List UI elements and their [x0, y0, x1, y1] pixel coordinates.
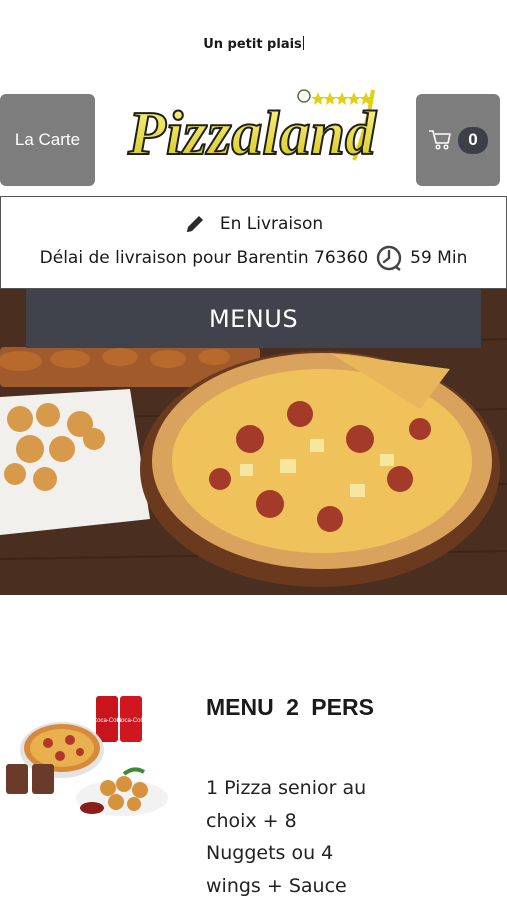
product-image-can-label: Coca-Cola: [117, 718, 146, 724]
product-title[interactable]: MENU 2 PERS: [206, 694, 374, 721]
delivery-delay-value: 59 Min: [410, 248, 468, 268]
delivery-delay-row: Délai de livraison pour Barentin 76360 5…: [1, 243, 506, 273]
logo-text: Pizzaland: [127, 100, 377, 168]
delivery-mode-row[interactable]: En Livraison: [1, 213, 506, 235]
delivery-info-box[interactable]: En Livraison Délai de livraison pour Bar…: [0, 196, 507, 289]
menus-title: MENUS: [208, 304, 299, 333]
menu-2-pers-image[interactable]: Coca-Cola Coca-Cola: [0, 688, 175, 828]
pizzaland-logo[interactable]: Pizzaland: [118, 84, 388, 184]
tagline-text: Un petit plais: [203, 37, 302, 52]
la-carte-label: La Carte: [14, 130, 81, 149]
pencil-icon[interactable]: [184, 213, 206, 235]
menus-category-bar[interactable]: MENUS: [26, 289, 481, 348]
text-cursor: [302, 36, 304, 50]
tagline: Un petit plais: [0, 36, 507, 52]
la-carte-button[interactable]: La Carte: [0, 94, 95, 186]
product-description: 1 Pizza senior au choix + 8 Nuggets ou 4…: [206, 777, 367, 897]
delivery-mode-label: En Livraison: [219, 214, 324, 234]
clock-icon: [376, 245, 402, 271]
cart-button[interactable]: 0: [416, 94, 500, 186]
cart-icon: [429, 130, 451, 150]
hero-banner: MENUS: [0, 289, 507, 595]
cart-count-badge: 0: [458, 126, 488, 154]
delivery-delay-text: Délai de livraison pour Barentin 76360: [39, 248, 369, 268]
